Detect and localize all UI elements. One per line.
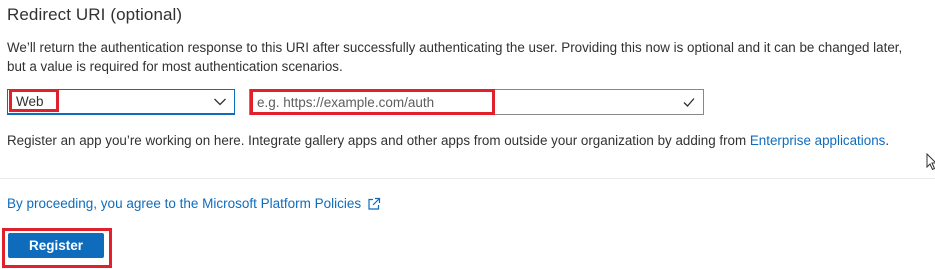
register-button[interactable]: Register bbox=[8, 233, 104, 258]
redirect-uri-field[interactable] bbox=[249, 89, 704, 115]
platform-select-value: Web bbox=[16, 94, 44, 109]
external-link-icon bbox=[368, 197, 381, 210]
section-title: Redirect URI (optional) bbox=[7, 5, 183, 24]
mouse-cursor-icon bbox=[926, 153, 935, 171]
section-divider bbox=[0, 178, 935, 179]
platform-policies-link[interactable]: By proceeding, you agree to the Microsof… bbox=[7, 196, 381, 211]
redirect-description: We’ll return the authentication response… bbox=[7, 40, 903, 74]
register-info-suffix: . bbox=[885, 133, 890, 148]
register-info-body: Register an app you’re working on here. … bbox=[7, 133, 750, 148]
app-registration-form: Redirect URI (optional) We’ll return the… bbox=[0, 0, 935, 269]
register-info-text: Register an app you’re working on here. … bbox=[7, 133, 889, 148]
platform-select[interactable]: Web bbox=[7, 89, 235, 115]
redirect-uri-input[interactable] bbox=[257, 93, 677, 111]
platform-policies-link-text: By proceeding, you agree to the Microsof… bbox=[7, 196, 362, 211]
enterprise-applications-link[interactable]: Enterprise applications bbox=[750, 133, 885, 148]
checkmark-icon bbox=[683, 98, 695, 107]
chevron-down-icon bbox=[214, 98, 226, 106]
